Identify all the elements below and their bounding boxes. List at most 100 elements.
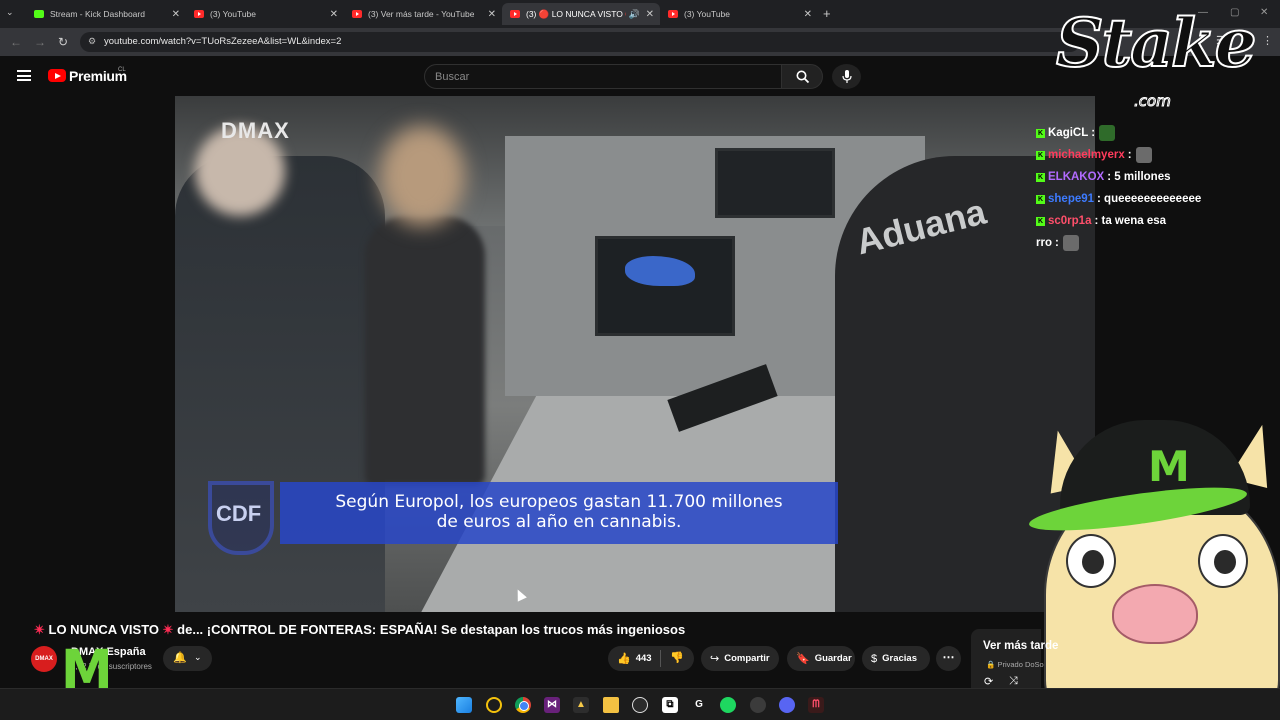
windows-start-icon[interactable]	[456, 697, 472, 713]
close-window-icon[interactable]: ✕	[1260, 7, 1268, 18]
tab-title: Stream - Kick Dashboard	[50, 9, 145, 19]
search-input[interactable]: Buscar	[424, 64, 782, 89]
chat-text: : ta wena esa	[1094, 215, 1167, 227]
close-tab-icon[interactable]: ✕	[646, 9, 654, 20]
more-actions-icon[interactable]: ⋯	[936, 646, 961, 671]
youtube-icon	[352, 10, 362, 18]
close-tab-icon[interactable]: ✕	[804, 9, 812, 20]
notification-bell-button[interactable]: 🔔 ⌄	[163, 646, 212, 671]
youtube-icon	[668, 10, 678, 18]
chat-username: KagiCL	[1048, 127, 1089, 139]
capcut-icon[interactable]: ⧉	[662, 697, 678, 713]
search-button[interactable]	[781, 64, 823, 89]
g-hub-icon[interactable]: G	[691, 697, 707, 713]
loop-icon[interactable]: ⟳	[984, 675, 993, 688]
discord-icon[interactable]	[779, 697, 795, 713]
youtube-icon	[194, 10, 204, 18]
title-star-icon: ✴	[162, 622, 174, 637]
search-icon	[796, 70, 810, 84]
close-tab-icon[interactable]: ✕	[488, 9, 496, 20]
region-code: CL	[118, 67, 126, 73]
youtube-logo-icon[interactable]	[48, 69, 66, 82]
chat-text: :	[1054, 237, 1059, 249]
bell-icon: 🔔	[173, 652, 187, 664]
tab-kick-dashboard[interactable]: Stream - Kick Dashboard ✕	[26, 3, 186, 25]
close-tab-icon[interactable]: ✕	[172, 9, 180, 20]
youtube-icon	[510, 10, 520, 18]
reload-icon[interactable]: ↻	[58, 35, 68, 49]
chat-text: :	[1127, 149, 1132, 161]
video-player[interactable]: Aduana DMAX CDF Según Europol, los europ…	[175, 96, 1095, 612]
app-icon[interactable]: ᗰ	[808, 697, 824, 713]
chat-username: rro	[1036, 237, 1052, 249]
thumbs-down-icon[interactable]: 👎	[670, 651, 684, 664]
tab-ver-mas-tarde[interactable]: (3) Ver más tarde - YouTube ✕	[344, 3, 502, 25]
video-subtitle: Según Europol, los europeos gastan 11.70…	[280, 492, 838, 532]
tab-title: (3) YouTube	[210, 9, 256, 19]
tab-title: (3) YouTube	[684, 9, 730, 19]
cat-eye	[1198, 534, 1248, 588]
voice-search-button[interactable]	[832, 64, 861, 89]
video-title: ✴ LO NUNCA VISTO ✴ de... ¡CONTROL DE FON…	[34, 622, 685, 638]
tab-lo-nunca-visto[interactable]: (3) 🔴 LO NUNCA VISTO 🔴 🔊 ✕	[502, 3, 660, 25]
spotify-icon[interactable]	[720, 697, 736, 713]
watch-later-playlist-panel[interactable]: Ver más tarde 🔒 Privado DoSo ⟳ ⤨	[971, 629, 1058, 691]
save-button[interactable]: 🔖 Guardar	[787, 646, 855, 671]
chat-text: : 5 millones	[1107, 171, 1171, 183]
title-text: de... ¡CONTROL DE FONTERAS: ESPAÑA! Se d…	[173, 622, 686, 637]
kick-badge-icon: K	[1036, 128, 1045, 138]
cdf-logo: CDF	[208, 481, 274, 555]
like-divider	[660, 650, 661, 667]
super-thanks-icon: $	[871, 652, 878, 665]
tab-youtube-1[interactable]: (3) YouTube ✕	[186, 3, 344, 25]
stream-chat-overlay: K KagiCL : K michaelmyerx : K ELKAKOX : …	[1036, 122, 1276, 254]
back-icon[interactable]: ←	[10, 35, 22, 49]
thumbs-up-icon: 👍	[617, 653, 631, 665]
tab-search-icon[interactable]: ⌄	[6, 7, 14, 18]
kick-badge-icon: K	[1036, 150, 1045, 160]
playlist-privacy: Privado	[997, 660, 1023, 669]
bookmark-icon: 🔖	[796, 653, 810, 665]
steam-icon[interactable]	[750, 697, 766, 713]
url-text: youtube.com/watch?v=TUoRsZezeeA&list=WL&…	[104, 36, 342, 47]
menu-icon[interactable]	[17, 70, 31, 81]
more-menu-icon[interactable]: ⋮	[1262, 34, 1273, 47]
tab-youtube-2[interactable]: (3) YouTube ✕	[660, 3, 818, 25]
emote-icon	[1135, 147, 1152, 163]
speaker-icon[interactable]: 🔊	[629, 9, 640, 20]
share-button[interactable]: ↪ Compartir	[701, 646, 779, 671]
thanks-button[interactable]: $ Gracias	[862, 646, 930, 671]
thanks-label: Gracias	[882, 653, 917, 664]
close-tab-icon[interactable]: ✕	[330, 9, 338, 20]
emote-icon	[1099, 125, 1116, 141]
playlist-meta: 🔒 Privado DoSo	[986, 660, 1044, 669]
norton-icon[interactable]	[486, 697, 502, 713]
share-icon: ↪	[710, 653, 720, 665]
shuffle-icon[interactable]: ⤨	[1009, 675, 1018, 688]
stake-logo-text: Stake	[1055, 3, 1258, 83]
stake-logo: Stake .com	[1055, 3, 1258, 114]
obs-icon[interactable]	[632, 697, 648, 713]
chat-message: K shepe91 : queeeeeeeeeeeee	[1036, 188, 1276, 210]
visual-studio-icon[interactable]: ⋈	[544, 697, 560, 713]
chat-username: shepe91	[1048, 193, 1095, 205]
cat-eye	[1066, 534, 1116, 588]
site-info-icon[interactable]: ⚙	[88, 36, 96, 47]
new-tab-icon[interactable]: +	[823, 6, 831, 21]
title-star-icon: ✴	[34, 622, 45, 637]
chevron-down-icon: ⌄	[194, 652, 202, 662]
chat-message: K ELKAKOX : 5 millones	[1036, 166, 1276, 188]
channel-avatar[interactable]: DMAX	[31, 646, 57, 672]
forward-icon[interactable]: →	[34, 35, 46, 49]
chat-message: K KagiCL :	[1036, 122, 1276, 144]
stake-domain-text: .com	[1134, 92, 1172, 111]
cat-mascot-overlay: M	[1026, 420, 1280, 720]
playlist-title: Ver más tarde	[983, 640, 1059, 652]
chrome-icon[interactable]	[515, 697, 531, 713]
excel-icon[interactable]: ▲	[573, 697, 589, 713]
address-bar[interactable]: ⚙ youtube.com/watch?v=TUoRsZezeeA&list=W…	[80, 32, 1080, 52]
file-explorer-icon[interactable]	[603, 697, 619, 713]
cat-nose	[1112, 584, 1198, 644]
chat-text: :	[1091, 127, 1096, 139]
kick-badge-icon: K	[1036, 216, 1045, 226]
